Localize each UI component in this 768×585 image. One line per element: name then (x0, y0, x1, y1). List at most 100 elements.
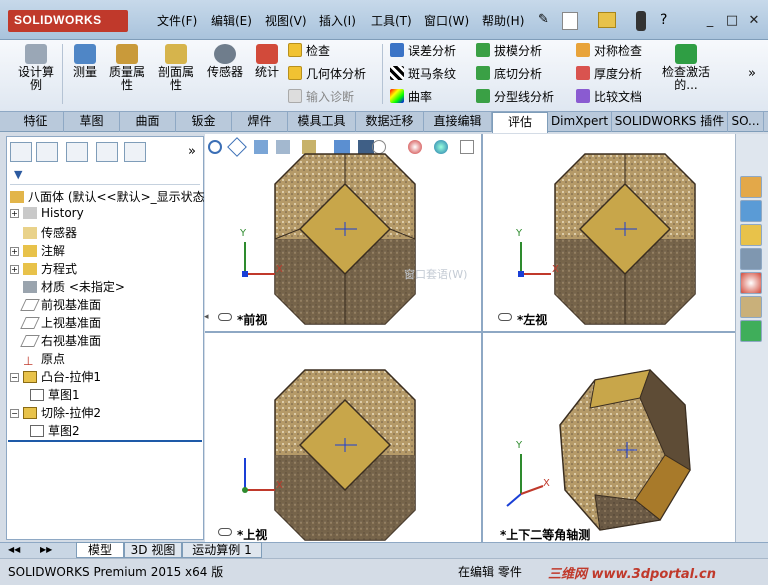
triad-top-x-label: X (276, 480, 283, 491)
tree-item-history[interactable]: + History (10, 206, 84, 220)
design-study-button[interactable]: 设计算例 (14, 44, 58, 92)
solidworks-logo[interactable]: SOLIDWORKS (8, 10, 128, 32)
appearances-icon[interactable] (740, 272, 762, 294)
tab-features[interactable]: 特征 (8, 112, 64, 132)
tab-surfaces[interactable]: 曲面 (120, 112, 176, 132)
tab-data-migration[interactable]: 数据迁移 (356, 112, 424, 132)
origin-icon: ⊥ (23, 354, 34, 368)
sketch-icon (30, 389, 44, 401)
tree-root[interactable]: 八面体 (默认<<默认>_显示状态 (10, 188, 205, 205)
compare-documents-button[interactable]: 比较文档 (576, 88, 642, 105)
mass-properties-icon (116, 44, 138, 64)
tab-mold-tools[interactable]: 模具工具 (288, 112, 356, 132)
deviation-analysis-icon (390, 43, 404, 57)
restore-button[interactable]: □ (722, 12, 742, 30)
import-diagnostics-button[interactable]: 输入诊断 (288, 88, 354, 105)
link-views-icon[interactable] (498, 313, 512, 321)
tab-configurationmanager[interactable] (66, 142, 88, 162)
tab-dimxpert[interactable]: DimXpert (548, 112, 612, 132)
section-properties-button[interactable]: 剖面属性 (153, 44, 199, 92)
triad-left-x-label: X (552, 264, 559, 275)
equation-icon (23, 263, 37, 275)
filter-icon[interactable]: ▼ (14, 168, 22, 181)
tab-dimxpertmanager[interactable] (96, 142, 118, 162)
open-folder-icon[interactable] (598, 12, 616, 28)
file-explorer-icon[interactable] (740, 224, 762, 246)
viewports-svg (242, 153, 696, 541)
sensor-icon (214, 44, 236, 64)
tree-item-right-plane[interactable]: +右视基准面 (10, 332, 101, 349)
undercut-analysis-button[interactable]: 底切分析 (476, 65, 542, 82)
tree-item-boss-extrude1[interactable]: − 凸台-拉伸1 (10, 368, 101, 385)
tab-displaymanager[interactable] (124, 142, 146, 162)
tab-motion-study-1[interactable]: 运动算例 1 (182, 542, 262, 558)
parting-line-analysis-button[interactable]: 分型线分析 (476, 88, 554, 105)
tree-item-top-plane[interactable]: +上视基准面 (10, 314, 101, 331)
menu-tools[interactable]: 工具(T) (371, 12, 412, 29)
tree-item-annotations[interactable]: + 注解 (10, 242, 65, 259)
forum-icon[interactable] (740, 320, 762, 342)
rebuild-traffic-light-icon[interactable] (636, 11, 646, 31)
ghost-watermark-text: 窗口套语(W) (404, 268, 468, 281)
tree-item-sensors[interactable]: +传感器 (10, 224, 77, 241)
check-active-document-button[interactable]: 检查激活的... (662, 44, 710, 92)
scroll-left-icon[interactable]: ◀◀ (8, 545, 20, 554)
solidworks-resources-icon[interactable] (740, 176, 762, 198)
draft-analysis-button[interactable]: 拔模分析 (476, 42, 542, 59)
menu-insert[interactable]: 插入(I) (319, 12, 356, 29)
view-palette-icon[interactable] (740, 248, 762, 270)
symmetry-check-button[interactable]: 对称检查 (576, 42, 642, 59)
tree-item-cut-extrude2[interactable]: − 切除-拉伸2 (10, 404, 101, 421)
tab-propertymanager[interactable] (36, 142, 58, 162)
menu-window[interactable]: 窗口(W) (424, 12, 469, 29)
geometry-analysis-button[interactable]: 几何体分析 (288, 65, 366, 82)
menu-view[interactable]: 视图(V) (265, 12, 307, 29)
curvature-button[interactable]: 曲率 (390, 88, 432, 105)
pin-icon[interactable]: ✎ (538, 12, 549, 27)
tree-item-front-plane[interactable]: +前视基准面 (10, 296, 101, 313)
tree-item-origin[interactable]: +⊥原点 (10, 350, 65, 367)
sensor-button[interactable]: 传感器 (203, 44, 247, 79)
thickness-analysis-button[interactable]: 厚度分析 (576, 65, 642, 82)
tab-3d-views[interactable]: 3D 视图 (124, 542, 182, 558)
tree-item-material[interactable]: +材质 <未指定> (10, 278, 125, 295)
minimize-button[interactable]: _ (700, 12, 720, 30)
deviation-analysis-button[interactable]: 误差分析 (390, 42, 456, 59)
panel-expand-icon[interactable]: » (188, 144, 196, 159)
statistics-button[interactable]: 统计 (250, 44, 284, 79)
new-document-icon[interactable] (562, 12, 578, 30)
tab-model[interactable]: 模型 (76, 542, 124, 558)
measure-button[interactable]: 测量 (68, 44, 102, 79)
custom-properties-icon[interactable] (740, 296, 762, 318)
scroll-right-icon[interactable]: ▶▶ (40, 545, 52, 554)
mass-properties-button[interactable]: 质量属性 (104, 44, 150, 92)
menu-file[interactable]: 文件(F) (157, 12, 197, 29)
tree-item-equations[interactable]: + 方程式 (10, 260, 77, 277)
tab-sketch[interactable]: 草图 (64, 112, 120, 132)
link-views-icon[interactable] (218, 313, 232, 321)
close-button[interactable]: ✕ (744, 12, 764, 30)
tab-weldments[interactable]: 焊件 (232, 112, 288, 132)
help-icon[interactable]: ? (660, 12, 667, 28)
rollback-bar[interactable] (8, 440, 202, 442)
triad-front (242, 242, 275, 277)
tree-item-sketch1[interactable]: 草图1 (30, 386, 80, 403)
tab-evaluate[interactable]: 评估 (492, 112, 548, 133)
menu-edit[interactable]: 编辑(E) (211, 12, 252, 29)
tab-overflow[interactable]: SO... (728, 112, 764, 132)
tab-solidworks-addins[interactable]: SOLIDWORKS 插件 (612, 112, 728, 132)
design-library-icon[interactable] (740, 200, 762, 222)
ribbon-more-icon[interactable]: » (748, 66, 756, 81)
check-button[interactable]: 检查 (288, 42, 330, 59)
zebra-stripes-button[interactable]: 斑马条纹 (390, 65, 456, 82)
view-label-top: *上视 (237, 528, 268, 542)
tab-sheet-metal[interactable]: 钣金 (176, 112, 232, 132)
tree-item-sketch2[interactable]: 草图2 (30, 422, 80, 439)
plane-icon (20, 335, 40, 347)
menu-help[interactable]: 帮助(H) (482, 12, 524, 29)
tab-featuremanager[interactable] (10, 142, 32, 162)
tab-direct-editing[interactable]: 直接编辑 (424, 112, 492, 132)
link-views-icon[interactable] (218, 528, 232, 536)
design-study-icon (25, 44, 47, 64)
sketch-icon (30, 425, 44, 437)
